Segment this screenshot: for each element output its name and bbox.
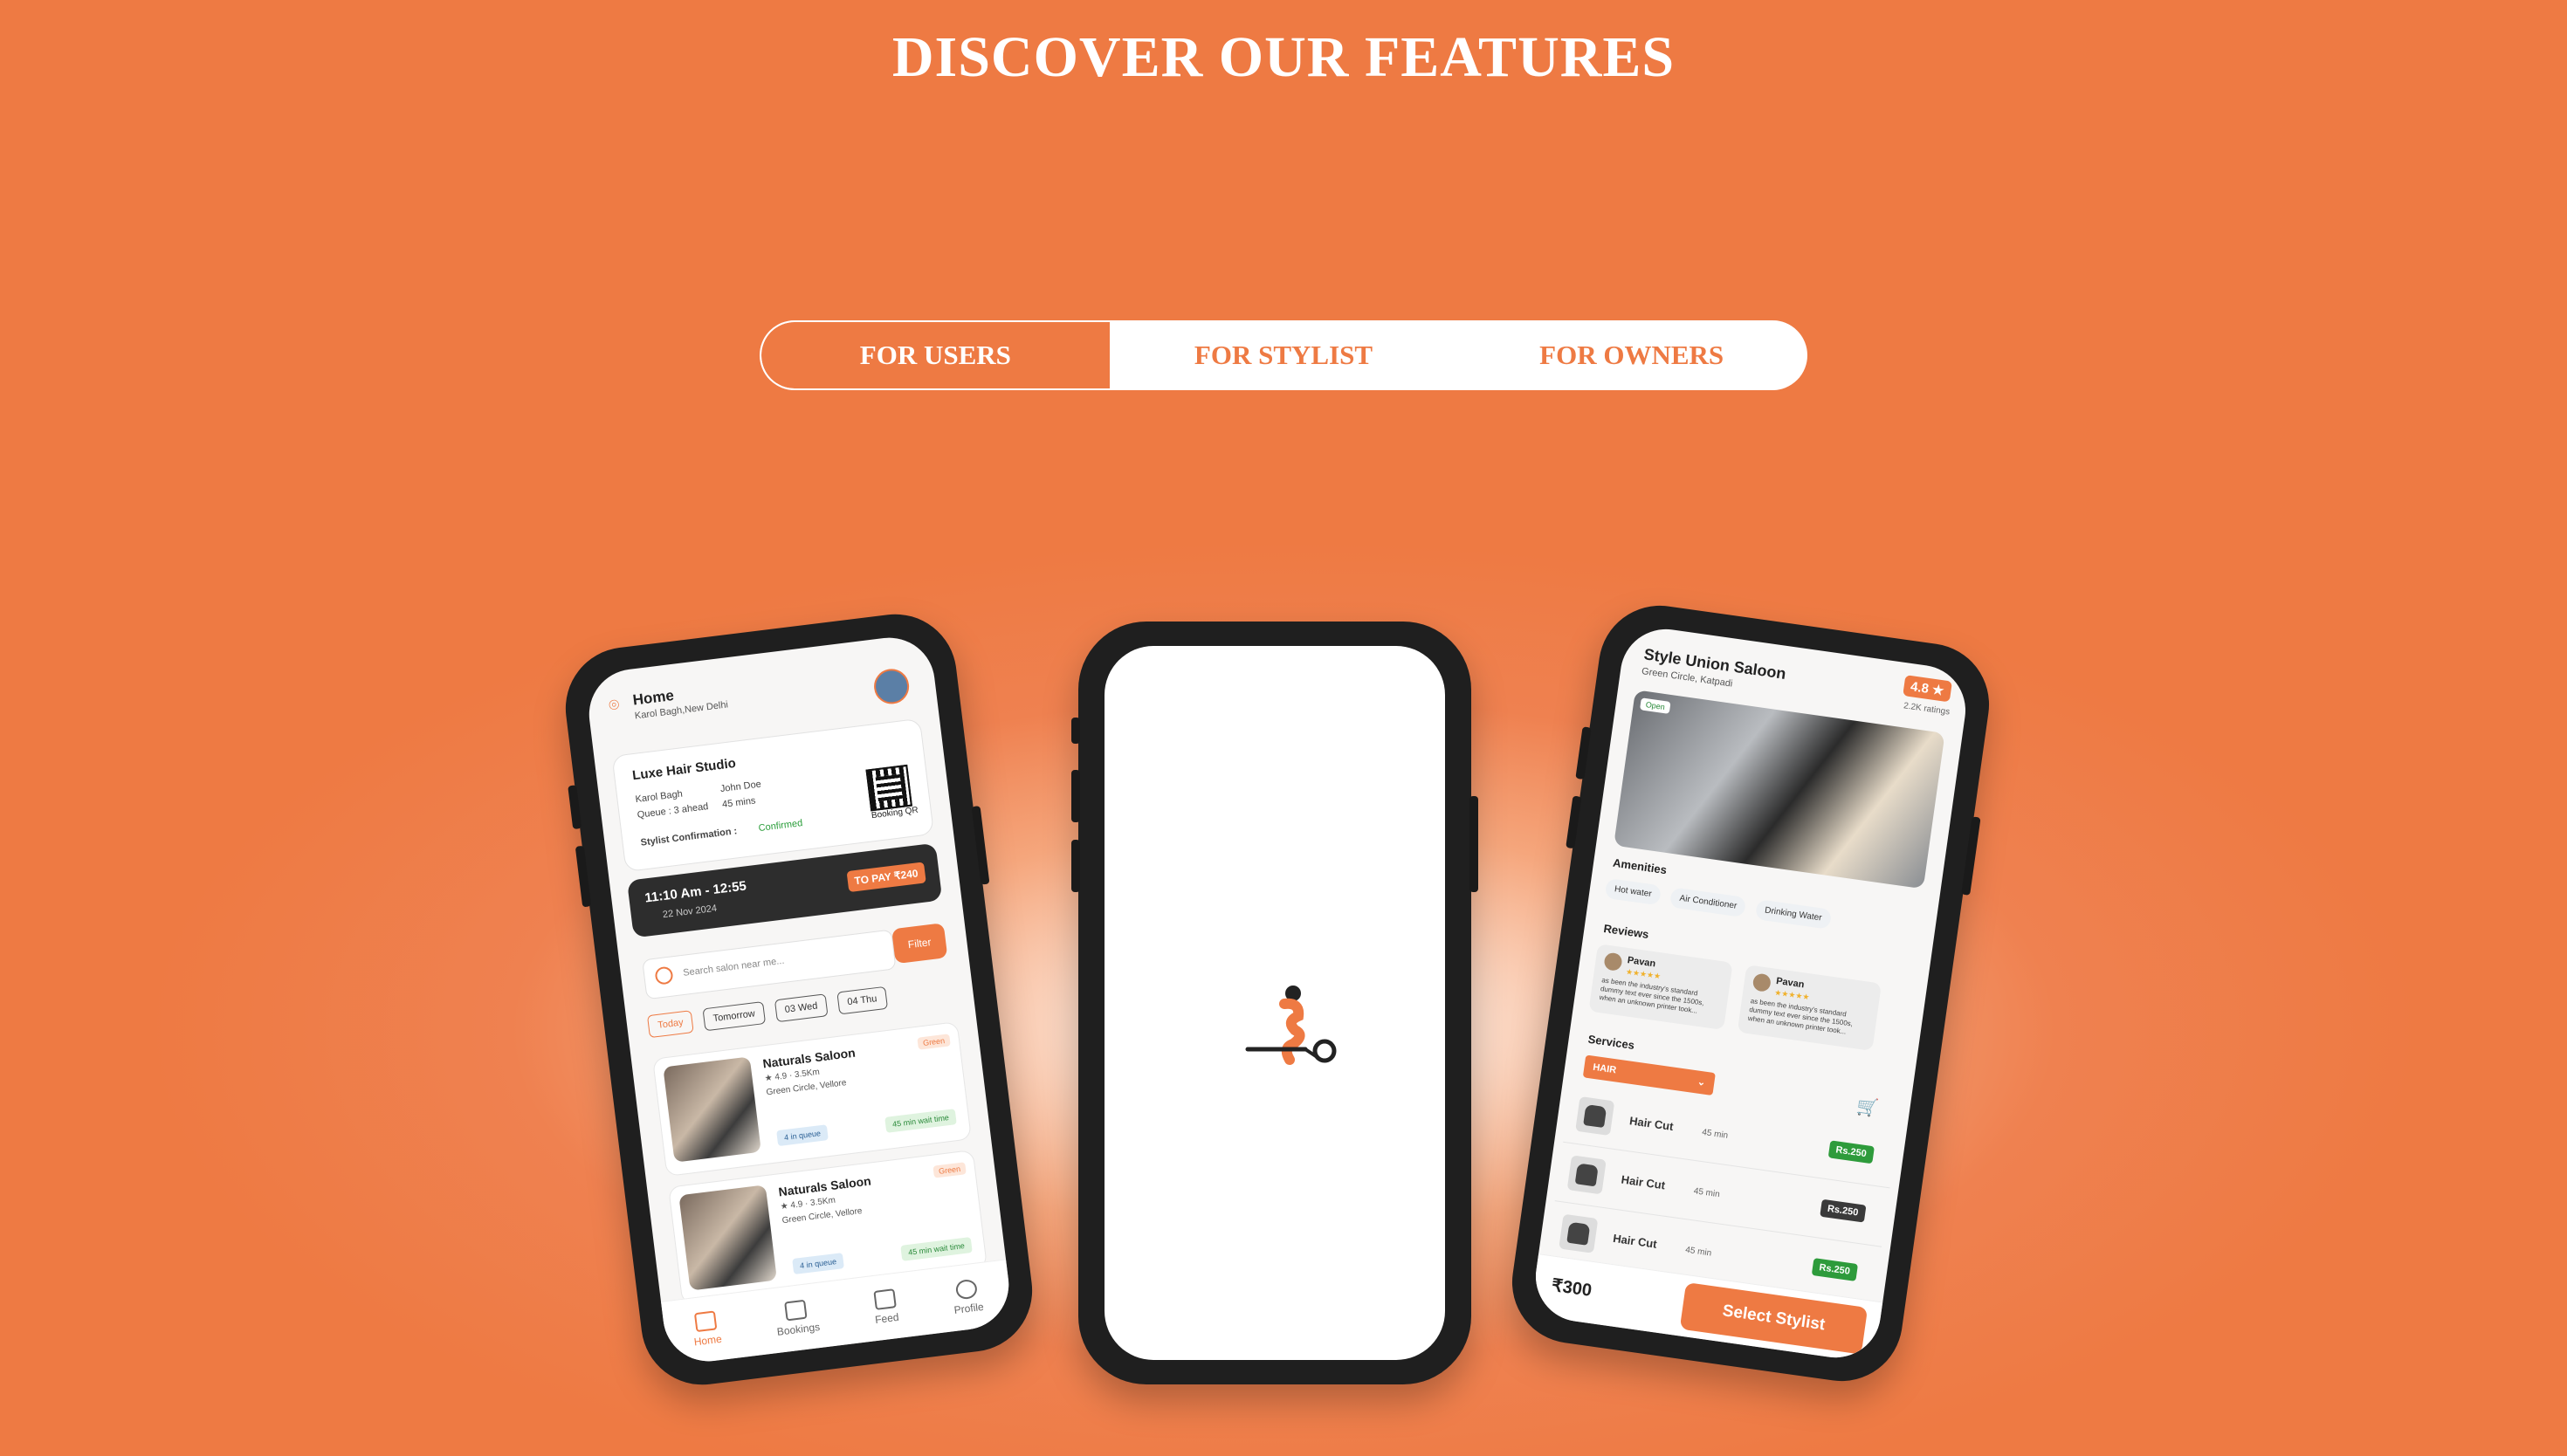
feature-tabs: FOR USERS FOR STYLIST FOR OWNERS [760,320,1807,390]
search-placeholder: Search salon near me... [682,955,786,979]
nav-bookings-label: Bookings [776,1320,821,1338]
booking-salon-name: Luxe Hair Studio [631,755,737,784]
salon-rating-value: 4.9 [789,1199,803,1211]
booking-area: Karol Bagh [634,788,684,806]
feed-icon [872,1288,897,1310]
avatar[interactable] [871,667,912,706]
amenities-list: Hot water Air Conditioner Drinking Water [1604,877,1928,943]
wait-badge: 45 min wait time [884,1109,957,1133]
salon-photo [663,1056,761,1163]
salon-badge: Green [933,1162,967,1178]
rating-count: 2.2K ratings [1903,701,1951,718]
page-title: DISCOVER OUR FEATURES [891,25,1676,89]
review-text: as been the industry's standard dummy te… [1599,976,1705,1015]
tab-for-owners[interactable]: FOR OWNERS [1457,322,1806,388]
phone-side-button [1071,840,1080,892]
salon-card[interactable]: Naturals Saloon Green ★ 4.9 · 3.5Km Gree… [652,1021,972,1177]
slot-time: 11:10 Am - 12:55 [643,878,747,906]
salon-distance: 3.5Km [794,1067,821,1081]
service-price[interactable]: Rs.250 [1819,1198,1867,1223]
service-duration: 45 min [1701,1127,1729,1141]
chip-wed[interactable]: 03 Wed [774,993,829,1023]
booking-stylist: John Doe [719,779,762,795]
rating-badge: 4.8 ★ [1902,675,1952,703]
phone-side-button [1071,718,1080,744]
service-price[interactable]: Rs.250 [1811,1257,1859,1281]
phone-side-button [1071,770,1080,822]
total-price: ₹300 [1550,1275,1593,1301]
review-card[interactable]: Pavan ★★★★★ as been the industry's stand… [1588,944,1733,1031]
booking-queue: Queue : 3 ahead [637,801,709,821]
location-pin-icon: ⌾ [608,695,621,716]
nav-feed[interactable]: Feed [871,1288,899,1326]
service-image [1566,1155,1607,1195]
chip-today[interactable]: Today [646,1010,695,1039]
scissors-logo-icon [1245,986,1337,1065]
queue-badge: 4 in queue [792,1253,844,1275]
home-screen: ⌾ Home Karol Bagh,New Delhi Luxe Hair St… [583,632,1015,1367]
salon-photo [678,1185,777,1291]
salon-distance: 3.5Km [809,1195,836,1209]
amenity-ac: Air Conditioner [1669,887,1747,918]
nav-home-label: Home [692,1332,723,1349]
confirm-status: Confirmed [758,818,803,834]
search-icon [654,965,674,986]
home-icon [693,1310,718,1333]
service-duration: 45 min [1684,1245,1712,1259]
chip-thu[interactable]: 04 Thu [836,986,888,1015]
category-value: HAIR [1592,1061,1617,1076]
booking-duration: 45 mins [721,795,757,810]
salon-rating: ★ 4.9 · 3.5Km [780,1195,836,1212]
chip-tomorrow[interactable]: Tomorrow [702,1001,767,1032]
salon-hero-image: Open [1614,690,1945,889]
salon-rating: ★ 4.9 · 3.5Km [764,1067,821,1084]
salon-name: Naturals Saloon [777,1173,872,1199]
review-card[interactable]: Pavan ★★★★★ as been the industry's stand… [1737,965,1882,1052]
service-name: Hair Cut [1620,1172,1667,1192]
splash-screen [1105,646,1445,1360]
amenity-water: Drinking Water [1754,899,1832,930]
salon-detail-screen: Style Union Saloon Green Circle, Katpadi… [1530,623,1972,1363]
services-heading: Services [1586,1032,1635,1052]
tab-for-stylist[interactable]: FOR STYLIST [1110,322,1458,388]
open-badge: Open [1639,697,1671,714]
qr-code-icon[interactable] [865,764,912,812]
service-name: Hair Cut [1612,1231,1658,1251]
cart-icon[interactable]: 🛒 [1855,1095,1880,1119]
service-price[interactable]: Rs.250 [1827,1140,1875,1164]
confirm-label: Stylist Confirmation : [640,826,738,848]
reviewer-avatar [1751,972,1772,992]
service-image [1559,1213,1599,1253]
bookings-icon [784,1299,809,1322]
slot-date: 22 Nov 2024 [662,903,718,921]
service-duration: 45 min [1693,1186,1721,1200]
nav-profile[interactable]: Profile [951,1278,985,1316]
chevron-down-icon: ⌄ [1696,1076,1707,1089]
salon-badge: Green [917,1034,951,1050]
tab-for-users[interactable]: FOR USERS [761,322,1110,388]
reviews-heading: Reviews [1602,921,1650,942]
to-pay-badge[interactable]: TO PAY ₹240 [846,862,926,893]
phone-mockup-splash [1071,622,1478,1384]
amenities-heading: Amenities [1612,855,1668,877]
phone-side-button [1469,796,1478,892]
salon-name: Naturals Saloon [761,1045,857,1071]
nav-feed-label: Feed [874,1310,900,1327]
salon-rating-value: 4.9 [774,1071,788,1082]
nav-profile-label: Profile [953,1300,985,1316]
queue-badge: 4 in queue [776,1124,829,1147]
nav-bookings[interactable]: Bookings [774,1298,821,1338]
service-image [1575,1095,1615,1137]
reviewer-avatar [1603,951,1623,972]
nav-home[interactable]: Home [691,1310,723,1349]
service-name: Hair Cut [1628,1114,1675,1134]
wait-badge: 45 min wait time [900,1237,973,1261]
amenity-hot-water: Hot water [1604,877,1662,906]
review-text: as been the industry's standard dummy te… [1747,997,1854,1036]
filter-button[interactable]: Filter [891,923,948,965]
profile-icon [954,1278,979,1301]
